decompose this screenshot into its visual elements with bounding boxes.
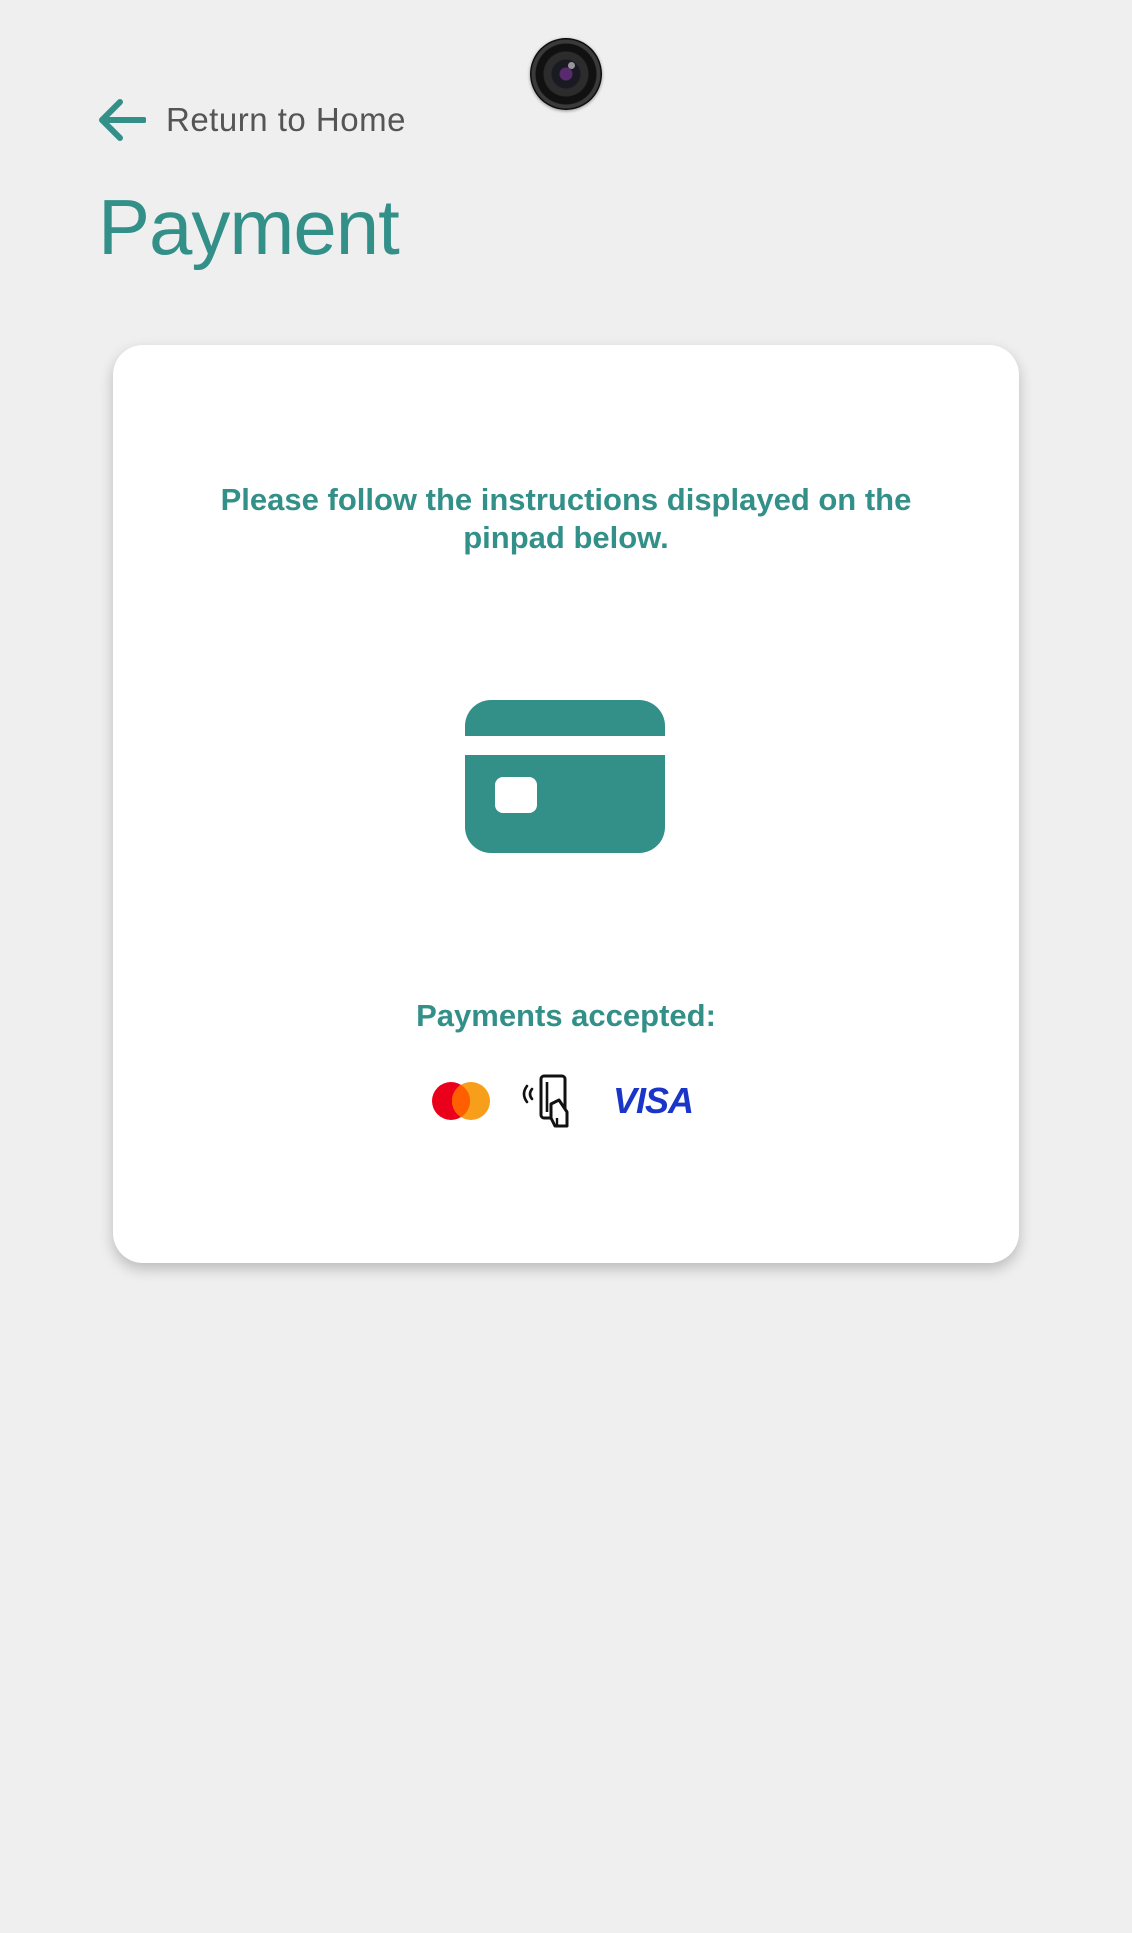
- arrow-left-icon: [99, 99, 146, 141]
- return-to-home-label: Return to Home: [166, 101, 406, 138]
- page-title: Payment: [98, 183, 400, 271]
- visa-logo: VISA: [613, 1080, 694, 1121]
- pinpad-instructions: Please follow the instructions displayed…: [220, 482, 912, 555]
- payment-instructions-card: Please follow the instructions displayed…: [113, 345, 1019, 1263]
- credit-card-icon: [465, 700, 665, 853]
- payment-methods-row: VISA: [429, 1071, 694, 1131]
- contactless-card-icon: [522, 1074, 569, 1128]
- mastercard-logo: [432, 1082, 490, 1120]
- camera-lens-icon: [530, 38, 602, 110]
- return-to-home-link[interactable]: Return to Home: [98, 94, 406, 146]
- payments-accepted-label: Payments accepted:: [416, 998, 716, 1033]
